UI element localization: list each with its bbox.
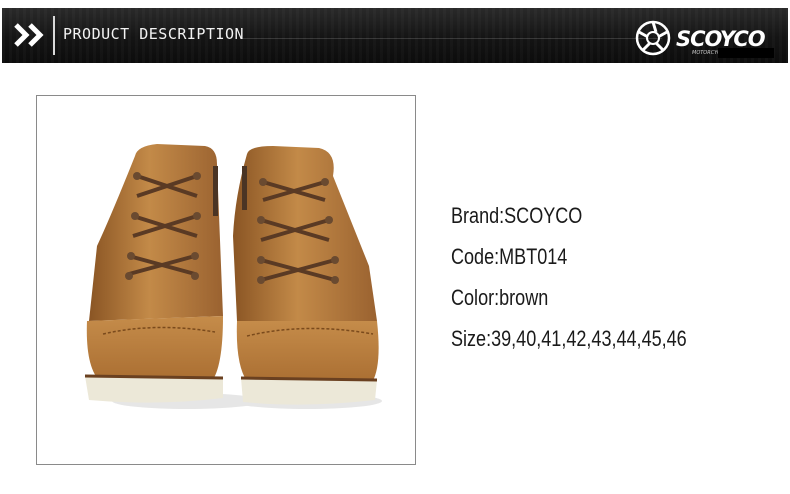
spec-code: Code:MBT014 <box>451 244 568 269</box>
spec-brand: Brand:SCOYCO <box>451 203 583 228</box>
spec-size: Size:39,40,41,42,43,44,45,46 <box>451 326 687 351</box>
product-image <box>36 95 416 465</box>
boots-photo <box>84 144 382 409</box>
product-specs: Brand:SCOYCO Code:MBT014 Color:brown Siz… <box>451 195 738 359</box>
header-rule <box>242 38 662 39</box>
logo-underbar <box>718 48 774 58</box>
right-boot <box>233 146 379 405</box>
spec-color: Color:brown <box>451 285 549 310</box>
double-chevron-right-icon <box>14 23 44 47</box>
section-title: PRODUCT DESCRIPTION <box>63 25 245 43</box>
left-boot <box>84 144 224 403</box>
header-divider <box>53 16 55 55</box>
section-header: PRODUCT DESCRIPTION SCOYCO MOTORCYCLE SP… <box>2 8 788 63</box>
